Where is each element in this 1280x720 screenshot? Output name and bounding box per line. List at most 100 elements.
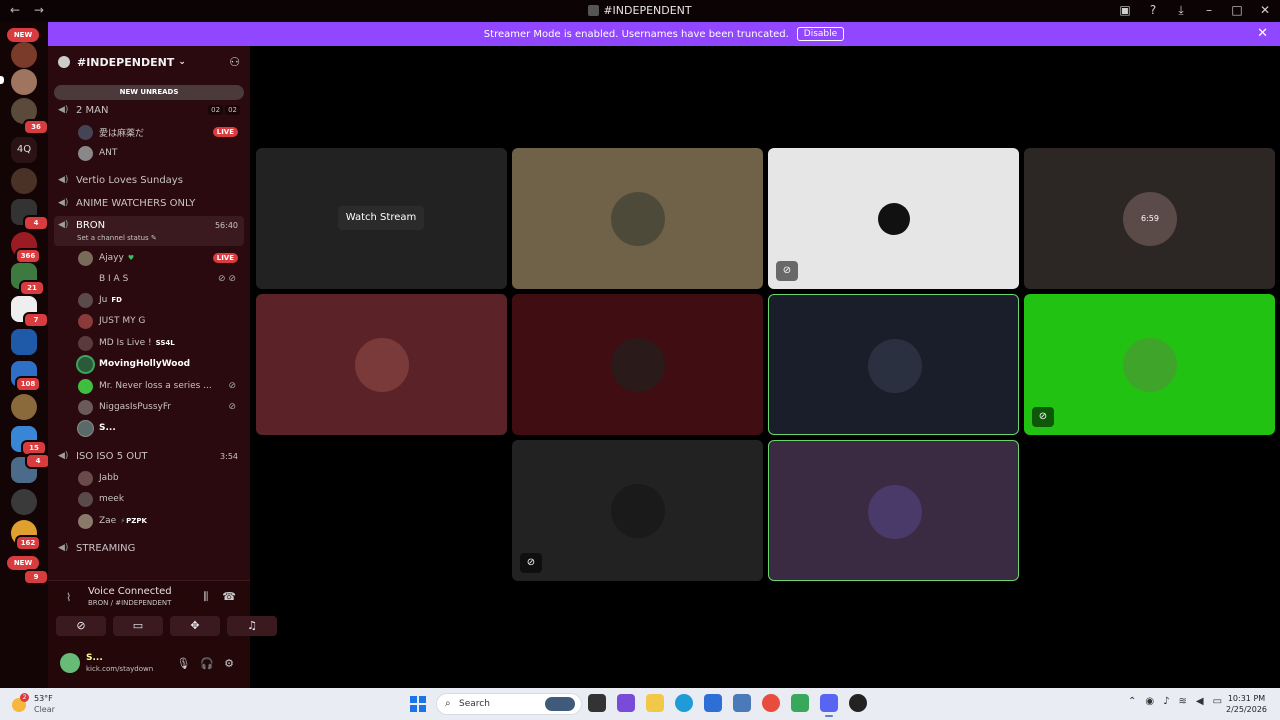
obs-icon[interactable] (849, 694, 867, 712)
voice-location[interactable]: BRON / #INDEPENDENT (88, 599, 171, 607)
copilot-icon[interactable] (617, 694, 635, 712)
voice-status[interactable]: Voice Connected (88, 586, 172, 597)
video-tile[interactable]: ⊘ (768, 148, 1019, 289)
voice-channel-iso[interactable]: ◀) ISO ISO 5 OUT 3:54 (54, 446, 244, 466)
voice-channel-anime[interactable]: ◀) ANIME WATCHERS ONLY (54, 193, 244, 213)
microphone-icon[interactable]: 🎙 (176, 657, 190, 670)
volume-icon[interactable]: ◀ (1196, 696, 1204, 707)
app-icon[interactable] (791, 694, 809, 712)
voice-user[interactable]: JUST MY G (54, 311, 244, 331)
file-explorer-icon[interactable] (646, 694, 664, 712)
user-limit-counter: 02 02 (208, 105, 240, 115)
channel-status[interactable]: Set a channel status ✎ (77, 234, 157, 242)
avatar (78, 470, 93, 486)
video-tile[interactable] (512, 294, 763, 435)
video-tile[interactable]: 6:59 (1024, 148, 1275, 289)
weather-widget[interactable]: 2 53°F Clear (12, 692, 72, 716)
video-tile[interactable]: ⊘ (512, 440, 763, 581)
video-tile[interactable] (512, 148, 763, 289)
server-avatar[interactable] (11, 329, 37, 355)
voice-user[interactable]: S... (54, 418, 244, 438)
close-window-icon[interactable]: ✕ (1258, 3, 1272, 18)
network-icon[interactable]: ◉ (1145, 696, 1154, 707)
voice-user[interactable]: B I A S ⊘ ⊘ (54, 269, 244, 289)
screen-share-icon[interactable]: ▭ (113, 616, 163, 636)
participant-avatar (868, 339, 922, 393)
video-tile[interactable] (256, 294, 507, 435)
server-avatar[interactable] (11, 394, 37, 420)
taskbar-apps (588, 694, 867, 717)
new-unreads-pill-top[interactable]: NEW (7, 28, 39, 42)
mention-badge: 21 (19, 280, 45, 296)
server-avatar[interactable] (11, 168, 37, 194)
camera-off-icon[interactable]: ⊘ (56, 616, 106, 636)
voice-user[interactable]: Zae ⚡ PZPK (54, 511, 244, 531)
battery-icon[interactable]: ▭ (1213, 696, 1222, 707)
app-icon[interactable] (733, 694, 751, 712)
voice-user[interactable]: Ajayy ♥ LIVE (54, 248, 244, 268)
help-icon[interactable]: ? (1146, 3, 1160, 18)
username: S... (99, 423, 116, 433)
voice-user[interactable]: NiggasIsPussyFr ⊘ (54, 397, 244, 417)
voice-channel-vertio[interactable]: ◀) Vertio Loves Sundays (54, 170, 244, 190)
voice-user[interactable]: Ju FD (54, 290, 244, 310)
soundboard-icon[interactable]: ♫ (227, 616, 277, 636)
noise-suppression-icon[interactable]: ⫼ (203, 590, 208, 604)
user-controls: 🎙 🎧 ⚙ (176, 657, 234, 670)
video-tile[interactable]: Watch Stream (256, 148, 507, 289)
self-avatar[interactable] (60, 653, 80, 673)
minimize-icon[interactable]: – (1202, 3, 1216, 18)
voice-user[interactable]: MD Is Live ! SS4L (54, 333, 244, 353)
close-banner-icon[interactable]: ✕ (1257, 26, 1268, 41)
new-unreads-pill-bottom[interactable]: NEW (7, 556, 39, 570)
username: Ajayy (99, 253, 124, 263)
disconnect-icon[interactable]: ☎ (222, 590, 236, 604)
voice-user[interactable]: MovingHollyWood (54, 354, 244, 374)
activities-icon[interactable]: ✥ (170, 616, 220, 636)
voice-user[interactable]: 愛は麻薬だ LIVE (54, 122, 244, 142)
avatar (78, 145, 93, 161)
maximize-icon[interactable]: □ (1230, 3, 1244, 18)
voice-channel-2man[interactable]: ◀) 2 MAN 02 02 (54, 100, 244, 120)
inbox-icon[interactable]: ▣ (1118, 3, 1132, 18)
windows-taskbar: 2 53°F Clear ⌕ Search ⌃ ◉ ♪ ≋ ◀ ▭ 10:31 … (0, 688, 1280, 720)
voice-connection-panel: ⌇ Voice Connected BRON / #INDEPENDENT ⫼ … (48, 580, 277, 688)
taskbar-search[interactable]: ⌕ Search (436, 693, 582, 715)
signal-icon[interactable]: ⌇ (66, 591, 71, 604)
new-unreads-bar[interactable]: NEW UNREADS (54, 85, 244, 100)
server-text-icon[interactable]: 4Q (11, 137, 37, 163)
microphone-icon[interactable]: ♪ (1163, 696, 1169, 707)
store-icon[interactable] (704, 694, 722, 712)
video-tile-speaking[interactable] (768, 294, 1019, 435)
wifi-icon[interactable]: ≋ (1179, 696, 1187, 707)
watch-stream-button[interactable]: Watch Stream (338, 206, 424, 230)
chevron-up-icon[interactable]: ⌃ (1128, 696, 1136, 707)
video-tile-speaking[interactable] (768, 440, 1019, 581)
speaker-icon: ◀) (58, 175, 69, 185)
server-avatar[interactable] (11, 42, 37, 68)
headphones-icon[interactable]: 🎧 (200, 657, 214, 670)
voice-user[interactable]: meek (54, 489, 244, 509)
voice-user[interactable]: Mr. Never loss a series ... ⊘ (54, 376, 244, 396)
muted-icon: ⊘ (520, 553, 542, 573)
start-button-icon[interactable] (410, 696, 426, 712)
settings-gear-icon[interactable]: ⚙ (224, 657, 234, 670)
muted-icon: ⊘ (228, 381, 236, 391)
voice-user[interactable]: ANT (54, 143, 244, 163)
voice-user[interactable]: Jabb (54, 468, 244, 488)
chrome-icon[interactable] (762, 694, 780, 712)
disable-streamer-button[interactable]: Disable (796, 27, 845, 41)
download-icon[interactable]: ⤓ (1174, 3, 1188, 18)
server-avatar[interactable] (11, 69, 37, 95)
edge-icon[interactable] (675, 694, 693, 712)
mention-badge: 162 (15, 535, 41, 551)
invite-user-icon[interactable]: ⚇ (229, 55, 240, 69)
task-view-icon[interactable] (588, 694, 606, 712)
muted-deafened-icon: ⊘ ⊘ (218, 274, 236, 284)
taskbar-clock[interactable]: 10:31 PM 2/25/2026 (1226, 693, 1267, 715)
server-header[interactable]: #INDEPENDENT ⌄ ⚇ (48, 46, 250, 78)
video-tile[interactable]: ⊘ (1024, 294, 1275, 435)
discord-icon[interactable] (820, 694, 838, 717)
server-avatar[interactable] (11, 489, 37, 515)
voice-channel-streaming[interactable]: ◀) STREAMING (54, 538, 244, 558)
